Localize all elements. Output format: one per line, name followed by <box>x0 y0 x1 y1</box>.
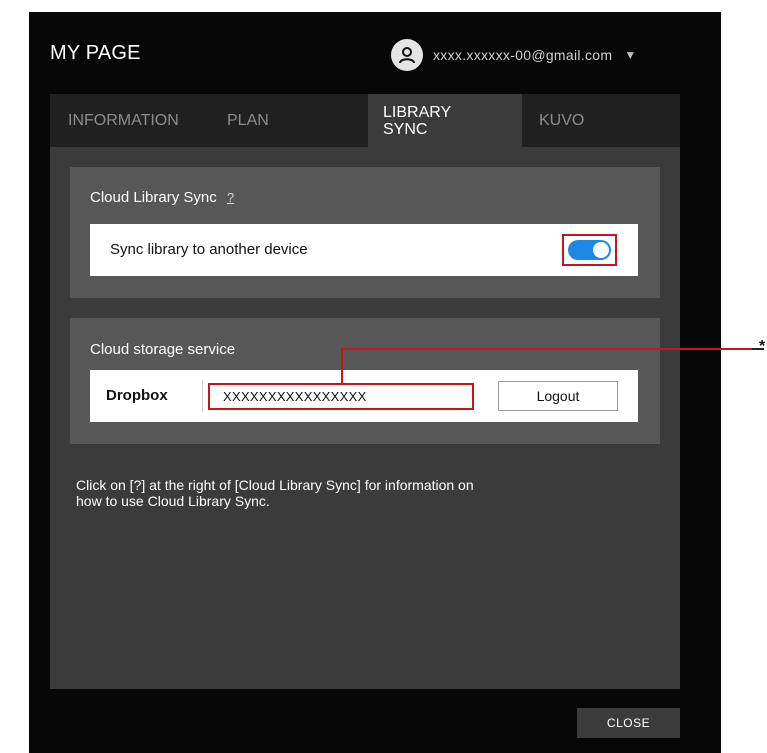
info-text: Click on [?] at the right of [Cloud Libr… <box>76 477 474 509</box>
user-email: xxxx.xxxxxx-00@gmail.com <box>433 47 613 63</box>
divider <box>202 380 203 412</box>
page-title: MY PAGE <box>50 42 141 64</box>
user-account-menu[interactable]: xxxx.xxxxxx-00@gmail.com ▼ <box>391 39 636 71</box>
cloud-library-sync-panel: Cloud Library Sync ? Sync library to ano… <box>70 167 660 298</box>
cloud-library-sync-label: Cloud Library Sync <box>90 189 217 206</box>
library-sync-content: Cloud Library Sync ? Sync library to ano… <box>50 147 680 689</box>
cloud-storage-panel: Cloud storage service Dropbox XXXXXXXXXX… <box>70 318 660 444</box>
sync-toggle-highlight <box>562 234 617 266</box>
cloud-library-sync-title: Cloud Library Sync ? <box>90 189 234 206</box>
storage-row: Dropbox XXXXXXXXXXXXXXXX Logout <box>90 370 638 422</box>
callout-mark: * <box>759 338 766 355</box>
caret-down-icon[interactable]: ▼ <box>624 48 636 62</box>
sync-label: Sync library to another device <box>110 241 308 258</box>
tab-bar: INFORMATION PLAN LIBRARY SYNC KUVO <box>50 94 680 147</box>
my-page-dialog: MY PAGE xxxx.xxxxxx-00@gmail.com ▼ INFOR… <box>29 12 721 753</box>
help-link[interactable]: ? <box>227 190 234 205</box>
callout-line-vertical <box>341 349 343 384</box>
cloud-storage-title: Cloud storage service <box>90 341 236 358</box>
account-name: XXXXXXXXXXXXXXXX <box>208 383 474 410</box>
user-icon <box>391 39 423 71</box>
sync-row: Sync library to another device <box>90 224 638 276</box>
toggle-knob <box>593 242 609 258</box>
storage-provider: Dropbox <box>106 387 168 404</box>
tab-plan[interactable]: PLAN <box>200 94 320 147</box>
close-button[interactable]: CLOSE <box>577 708 680 738</box>
tab-library-sync[interactable]: LIBRARY SYNC <box>368 94 522 147</box>
tab-kuvo[interactable]: KUVO <box>522 94 642 147</box>
callout-line-horizontal <box>341 348 754 350</box>
tab-information[interactable]: INFORMATION <box>50 94 200 147</box>
sync-toggle[interactable] <box>568 240 611 260</box>
logout-button[interactable]: Logout <box>498 381 618 411</box>
